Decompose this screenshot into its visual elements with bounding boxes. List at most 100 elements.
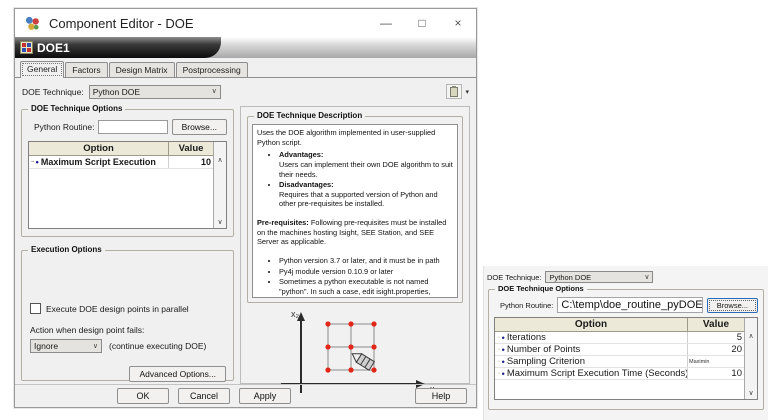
option-value[interactable]: 5 <box>688 332 744 343</box>
scroll-up-icon[interactable]: ∧ <box>748 333 753 340</box>
option-value[interactable]: 20 <box>688 344 744 355</box>
python-routine-input[interactable] <box>98 120 167 134</box>
advantages-text: Users can implement their own DOE algori… <box>279 160 453 179</box>
pencil-icon <box>349 350 374 371</box>
prerequisite-item: Python version 3.7 or later, and it must… <box>279 256 453 266</box>
bullet-icon: • <box>36 157 39 167</box>
tree-dash-icon: ·· <box>497 334 500 341</box>
tab-postprocessing[interactable]: Postprocessing <box>176 62 248 77</box>
y-axis-label: x₂ <box>291 309 300 319</box>
parallel-execution-label: Execute DOE design points in parallel <box>46 304 189 314</box>
bullet-icon: • <box>502 345 505 355</box>
browse-button[interactable]: Browse... <box>707 298 758 313</box>
option-value[interactable]: Maximin <box>688 359 744 365</box>
dropdown-arrow-icon[interactable]: ▾ <box>465 88 469 96</box>
prerequisites-paragraph: Pre-requisites: Following pre-requisites… <box>257 218 453 247</box>
bullet-icon: • <box>502 357 505 367</box>
fail-action-label: Action when design point fails: <box>28 325 227 335</box>
option-name: Maximum Script Execution Time (Seconds) <box>507 368 688 379</box>
ok-button[interactable]: OK <box>117 388 169 404</box>
table-scrollbar[interactable]: ∧ ∨ <box>744 318 757 399</box>
tree-dash-icon: ·· <box>497 370 500 377</box>
option-value[interactable]: 10 <box>169 157 213 167</box>
description-panel: DOE Technique Description Uses the DOE a… <box>240 106 470 384</box>
value-column-header: Value <box>688 318 744 331</box>
title-bar: Component Editor - DOE — □ × <box>15 9 476 37</box>
tab-factors[interactable]: Factors <box>65 62 107 77</box>
doe-technique-label: DOE Technique: <box>487 273 541 282</box>
doe-technique-description-group: DOE Technique Description Uses the DOE a… <box>247 116 463 303</box>
component-banner-label: DOE1 <box>15 37 221 58</box>
bullet-icon: • <box>502 333 505 343</box>
parallel-execution-checkbox[interactable] <box>30 303 41 314</box>
description-intro: Uses the DOE algorithm implemented in us… <box>257 128 453 147</box>
options-group-title: DOE Technique Options <box>28 104 125 113</box>
chevron-down-icon: ∨ <box>644 274 649 281</box>
prerequisite-item: Py4j module version 0.10.9 or later <box>279 267 453 277</box>
apply-button[interactable]: Apply <box>239 388 291 404</box>
doe-technique-description-text: Uses the DOE algorithm implemented in us… <box>252 124 458 298</box>
tab-general[interactable]: General <box>20 61 64 78</box>
table-scrollbar[interactable]: ∧ ∨ <box>213 142 226 228</box>
execution-group-title: Execution Options <box>28 245 105 254</box>
python-routine-label: Python Routine: <box>500 301 553 310</box>
table-row[interactable]: ·· • Number of Points 20 <box>495 344 744 356</box>
doe-technique-options-group: DOE Technique Options Python Routine: C:… <box>488 289 764 410</box>
scroll-up-icon[interactable]: ∧ <box>217 157 222 164</box>
tree-dash-icon: ·· <box>497 346 500 353</box>
tree-dash-icon: ·· <box>31 159 34 166</box>
clipboard-icon <box>450 87 458 97</box>
advanced-options-button[interactable]: Advanced Options... <box>129 366 226 382</box>
close-icon[interactable]: × <box>440 9 476 37</box>
chevron-down-icon: ∨ <box>212 88 217 95</box>
tree-dash-icon: ·· <box>497 358 500 365</box>
maximize-icon[interactable]: □ <box>404 9 440 37</box>
option-name: Maximum Script Execution <box>41 157 156 167</box>
scroll-down-icon[interactable]: ∨ <box>748 390 753 397</box>
option-name: Number of Points <box>507 344 580 355</box>
scroll-down-icon[interactable]: ∨ <box>217 219 222 226</box>
prerequisites-label: Pre-requisites: <box>257 218 309 227</box>
help-button[interactable]: Help <box>415 388 467 404</box>
fail-action-note: (continue executing DOE) <box>109 341 206 351</box>
options-table: Option Value ·· • Maximum Script Executi… <box>28 141 227 229</box>
python-routine-input[interactable]: C:\temp\doe_routine_pyDOE_lhs.py <box>557 297 702 313</box>
doe-technique-value: Python DOE <box>549 273 591 282</box>
fail-action-select[interactable]: Ignore ∨ <box>30 339 102 353</box>
minimize-icon[interactable]: — <box>368 9 404 37</box>
component-editor-window: Component Editor - DOE — □ × DOE1 Genera… <box>14 8 477 408</box>
table-row[interactable]: ·· • Maximum Script Execution Time (Seco… <box>495 368 744 380</box>
doe-component-icon <box>20 41 33 54</box>
prerequisite-item: Sometimes a python executable is not nam… <box>279 277 453 298</box>
chevron-down-icon: ∨ <box>93 343 98 350</box>
disadvantages-text: Requires that a supported version of Pyt… <box>279 190 453 209</box>
advantages-label: Advantages: <box>279 150 323 159</box>
bullet-icon: • <box>502 369 505 379</box>
options-table-header: Option Value <box>29 142 213 156</box>
options-table-header: Option Value <box>495 318 744 332</box>
value-column-header: Value <box>169 142 213 155</box>
paste-button[interactable] <box>446 84 462 99</box>
option-value[interactable]: 10 <box>688 368 744 379</box>
table-row[interactable]: ·· • Iterations 5 <box>495 332 744 344</box>
tab-design-matrix[interactable]: Design Matrix <box>109 62 175 77</box>
browse-button[interactable]: Browse... <box>172 119 227 135</box>
disadvantages-item: Disadvantages: Requires that a supported… <box>279 180 453 209</box>
table-row[interactable]: ·· • Maximum Script Execution 10 <box>29 156 213 169</box>
option-name: Iterations <box>507 332 546 343</box>
doe-technique-select[interactable]: Python DOE ∨ <box>89 85 221 99</box>
cancel-button[interactable]: Cancel <box>178 388 230 404</box>
component-name: DOE1 <box>37 41 70 55</box>
advantages-item: Advantages: Users can implement their ow… <box>279 150 453 179</box>
description-group-title: DOE Technique Description <box>254 111 365 120</box>
component-banner: DOE1 <box>15 37 476 58</box>
dialog-footer: OK Cancel Apply Help <box>15 384 476 407</box>
disadvantages-label: Disadvantages: <box>279 180 334 189</box>
table-row[interactable]: ·· • Sampling Criterion Maximin <box>495 356 744 368</box>
python-routine-label: Python Routine: <box>34 122 94 132</box>
window-title: Component Editor - DOE <box>49 16 194 31</box>
doe-technique-select[interactable]: Python DOE ∨ <box>545 271 653 283</box>
fail-action-value: Ignore <box>34 341 58 351</box>
doe-technique-options-group: DOE Technique Options Python Routine: Br… <box>21 109 234 237</box>
doe-technique-value: Python DOE <box>93 87 140 97</box>
